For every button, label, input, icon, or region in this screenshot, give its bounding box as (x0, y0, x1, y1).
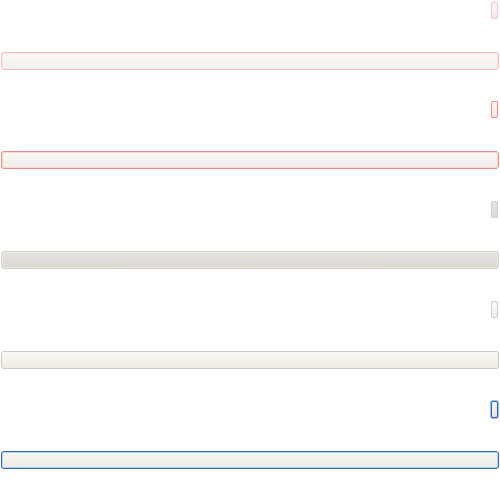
text-field (1, 251, 499, 269)
control-row-error (0, 99, 500, 169)
spin-handle[interactable] (491, 2, 498, 19)
control-row-normal (0, 299, 500, 369)
text-field[interactable] (1, 52, 499, 70)
text-field[interactable] (1, 151, 499, 169)
spin-handle[interactable] (491, 401, 498, 418)
spin-handle[interactable] (491, 101, 498, 118)
text-field[interactable] (1, 451, 499, 469)
control-row-focused (0, 399, 500, 469)
spin-handle[interactable] (491, 301, 498, 318)
control-row-disabled (0, 199, 500, 269)
spin-handle (491, 201, 498, 218)
text-field[interactable] (1, 351, 499, 369)
control-row-hover (0, 0, 500, 70)
